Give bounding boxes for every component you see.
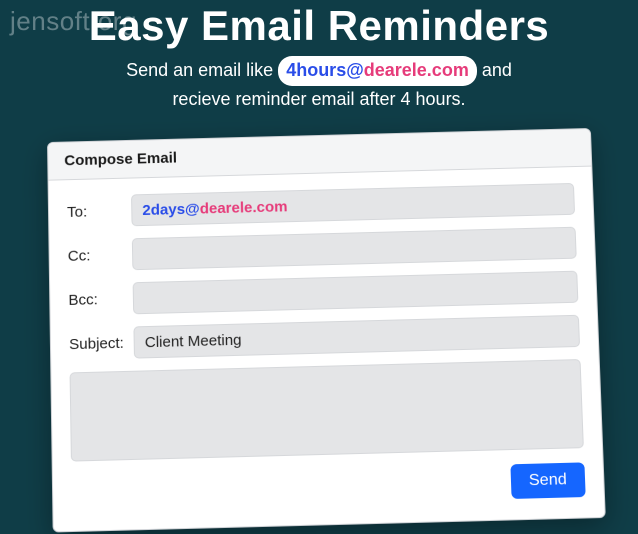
subject-value: Client Meeting: [145, 331, 242, 351]
cc-row: Cc:: [68, 227, 577, 272]
page-subtitle: Send an email like 4hours@dearele.com an…: [0, 56, 638, 113]
to-value-at: @: [185, 200, 200, 217]
subject-label: Subject:: [69, 334, 134, 353]
bcc-row: Bcc:: [68, 271, 578, 316]
example-email-local: 4hours: [286, 60, 346, 80]
to-label: To:: [67, 202, 131, 221]
to-row: To: 2days@dearele.com: [67, 183, 575, 228]
subject-row: Subject: Client Meeting: [69, 315, 580, 361]
example-email-at: @: [346, 60, 364, 80]
subject-field[interactable]: Client Meeting: [133, 315, 580, 359]
to-value-domain: dearele.com: [200, 198, 288, 217]
subtitle-pre: Send an email like: [126, 60, 278, 80]
to-field[interactable]: 2days@dearele.com: [131, 183, 575, 226]
bcc-label: Bcc:: [68, 290, 133, 309]
cc-field[interactable]: [132, 227, 577, 271]
subtitle-line2: recieve reminder email after 4 hours.: [172, 89, 465, 109]
hero-section: Easy Email Reminders Send an email like …: [0, 0, 638, 113]
bcc-field[interactable]: [133, 271, 579, 315]
example-email-domain: dearele.com: [364, 60, 469, 80]
subtitle-mid: and: [482, 60, 512, 80]
to-value-local: 2days: [142, 200, 185, 218]
body-field[interactable]: [70, 359, 584, 462]
page-title: Easy Email Reminders: [0, 2, 638, 50]
example-email-pill: 4hours@dearele.com: [278, 56, 477, 86]
send-button[interactable]: Send: [510, 462, 586, 499]
compose-email-card: Compose Email To: 2days@dearele.com Cc: …: [47, 128, 606, 533]
cc-label: Cc:: [68, 246, 133, 265]
